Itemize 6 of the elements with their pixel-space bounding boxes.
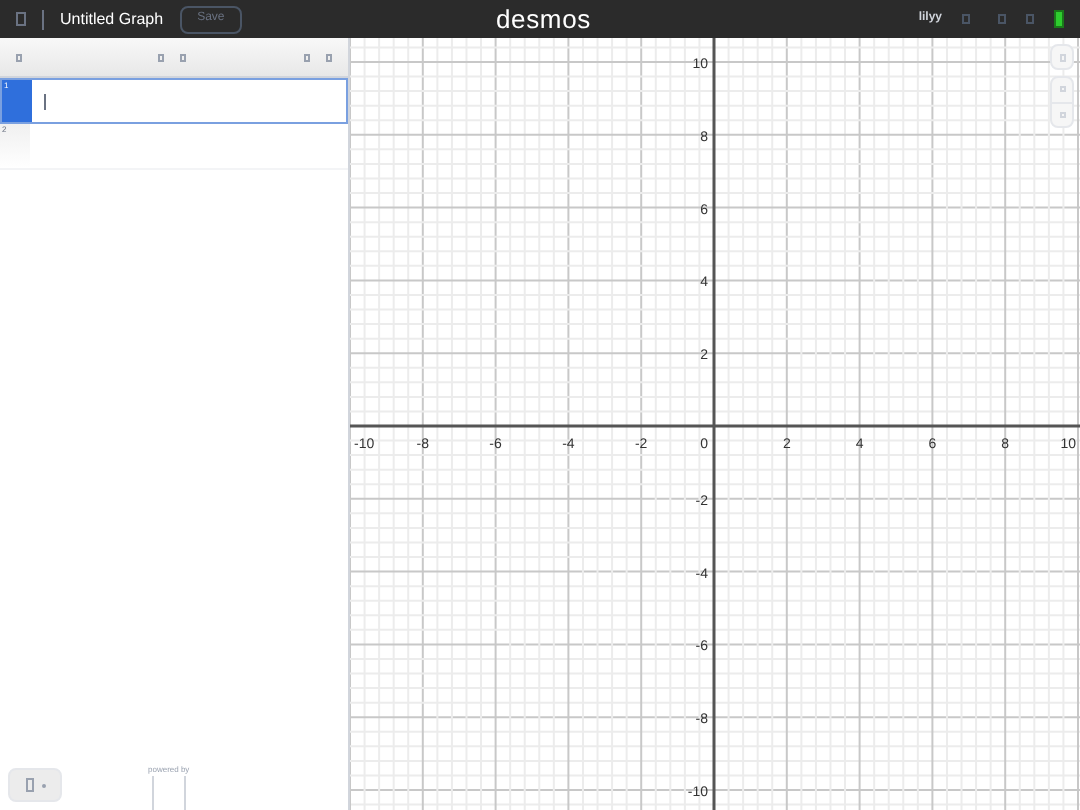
keyboard-button[interactable] — [8, 768, 62, 802]
graph-settings-button[interactable] — [1050, 44, 1074, 70]
logo: desmos — [496, 6, 591, 32]
graph-title[interactable]: Untitled Graph — [60, 7, 164, 31]
battery-icon — [1054, 10, 1064, 28]
text-cursor — [44, 94, 46, 110]
